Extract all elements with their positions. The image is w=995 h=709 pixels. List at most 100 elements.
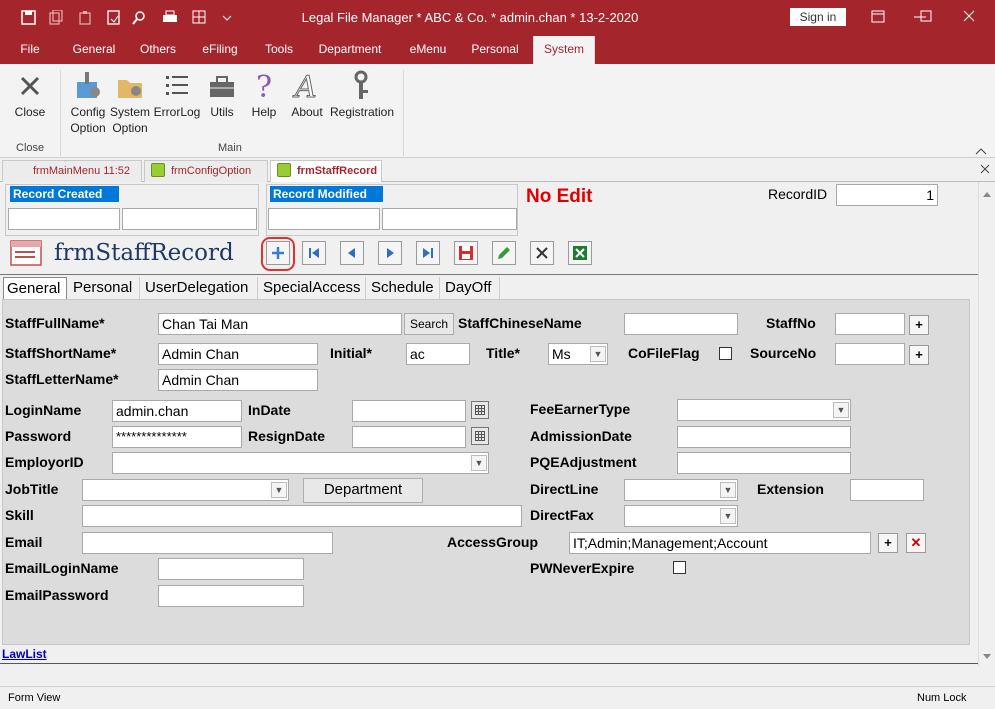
tab-schedule[interactable]: Schedule — [368, 277, 440, 299]
created-date-field[interactable] — [122, 208, 257, 230]
admission-date-label: AdmissionDate — [530, 428, 632, 444]
job-title-dropdown[interactable]: ▼ — [82, 479, 289, 501]
tab-others[interactable]: Others — [132, 36, 184, 64]
access-group-field[interactable]: IT;Admin;Management;Account — [569, 532, 871, 554]
export-excel-button[interactable] — [568, 241, 592, 265]
skill-label: Skill — [5, 507, 34, 523]
doctab-mainmenu[interactable]: frmMainMenu 11:52 — [2, 160, 142, 182]
email-field[interactable] — [82, 532, 333, 554]
last-icon — [423, 248, 433, 258]
direct-fax-dropdown[interactable]: ▼ — [624, 505, 738, 527]
tab-userdelegation[interactable]: UserDelegation — [142, 277, 258, 299]
horizontal-scrollbar[interactable] — [0, 666, 978, 686]
email-label: Email — [5, 534, 43, 550]
pw-never-expire-checkbox[interactable] — [673, 561, 686, 574]
cancel-edit-button[interactable] — [530, 241, 554, 265]
lawlist-link[interactable]: LawList — [2, 647, 47, 661]
config-option-button[interactable]: Config Option — [66, 68, 110, 136]
employer-id-dropdown[interactable]: ▼ — [112, 452, 489, 474]
tab-file[interactable]: File — [14, 36, 46, 64]
tab-emenu[interactable]: eMenu — [400, 36, 456, 64]
tab-general[interactable]: General — [3, 277, 67, 300]
email-login-name-field[interactable] — [158, 558, 304, 580]
staff-chinese-name-field[interactable] — [624, 313, 738, 335]
staff-short-name-field[interactable]: Admin Chan — [158, 343, 318, 365]
tab-system[interactable]: System — [533, 36, 595, 64]
email-password-field[interactable] — [158, 585, 304, 607]
skill-field[interactable] — [82, 505, 522, 527]
admission-date-field[interactable] — [677, 426, 851, 448]
extension-label: Extension — [757, 481, 824, 497]
tab-dayoff[interactable]: DayOff — [442, 277, 500, 299]
vertical-scrollbar[interactable] — [978, 182, 995, 666]
source-no-field[interactable] — [835, 343, 905, 365]
utils-button[interactable]: Utils — [204, 68, 240, 120]
resign-date-field[interactable] — [352, 426, 466, 448]
plus-icon — [272, 247, 284, 259]
created-by-field[interactable] — [8, 208, 120, 230]
initial-field[interactable]: ac — [406, 343, 470, 365]
doctab-configoption[interactable]: frmConfigOption — [144, 160, 268, 182]
record-id-field[interactable]: 1 — [836, 184, 938, 206]
registration-button[interactable]: Registration — [330, 68, 394, 120]
cofile-flag-checkbox[interactable] — [719, 347, 732, 360]
doctab-staffrecord[interactable]: frmStaffRecord — [270, 160, 382, 183]
record-id-label: RecordID — [768, 186, 828, 202]
tab-personal[interactable]: Personal — [464, 36, 526, 64]
tab-specialaccess[interactable]: SpecialAccess — [260, 277, 366, 299]
fee-earner-type-dropdown[interactable]: ▼ — [677, 399, 851, 421]
tab-tools[interactable]: Tools — [256, 36, 302, 64]
add-record-button[interactable] — [266, 241, 290, 265]
login-name-field[interactable]: admin.chan — [112, 400, 242, 422]
staff-no-field[interactable] — [835, 313, 905, 335]
staff-letter-name-field[interactable]: Admin Chan — [158, 369, 318, 391]
pqe-adjustment-field[interactable] — [677, 452, 851, 474]
first-record-button[interactable] — [302, 241, 326, 265]
tab-department[interactable]: Department — [312, 36, 388, 64]
form-title: frmStaffRecord — [54, 240, 234, 266]
title-dropdown[interactable]: Ms ▼ — [548, 343, 608, 365]
ribbon: Close Close Config Option System Option … — [0, 64, 995, 158]
next-icon — [387, 248, 394, 258]
record-modified-header: Record Modified — [270, 186, 383, 202]
tab-personal[interactable]: Personal — [70, 277, 140, 299]
help-button[interactable]: ? Help — [246, 68, 282, 120]
first-icon — [309, 248, 319, 258]
close-window-icon[interactable] — [950, 8, 990, 26]
department-button[interactable]: Department — [303, 478, 423, 503]
staff-no-add-button[interactable]: + — [909, 315, 929, 335]
collapse-ribbon-icon[interactable] — [974, 146, 988, 156]
staff-full-name-field[interactable]: Chan Tai Man — [158, 313, 402, 335]
about-button[interactable]: A About — [288, 68, 326, 120]
previous-record-button[interactable] — [340, 241, 364, 265]
resign-date-calendar-icon[interactable] — [471, 427, 489, 445]
in-date-label: InDate — [248, 402, 291, 418]
save-record-button[interactable] — [454, 241, 478, 265]
modified-date-field[interactable] — [382, 208, 517, 230]
quick-access-toolbar[interactable] — [20, 10, 240, 26]
search-button[interactable]: Search — [404, 313, 454, 335]
close-tab-icon[interactable] — [978, 162, 992, 176]
tab-general[interactable]: General — [66, 36, 122, 64]
modified-by-field[interactable] — [268, 208, 380, 230]
toolbox-icon — [210, 76, 234, 97]
ribbon-display-icon[interactable] — [864, 8, 892, 26]
tab-efiling[interactable]: eFiling — [194, 36, 246, 64]
password-field[interactable]: ************** — [112, 426, 242, 448]
svg-text:A: A — [292, 70, 317, 102]
access-group-add-button[interactable]: + — [878, 533, 898, 553]
last-record-button[interactable] — [416, 241, 440, 265]
extension-field[interactable] — [850, 479, 924, 501]
edit-record-button[interactable] — [492, 241, 516, 265]
system-option-button[interactable]: System Option — [108, 68, 152, 136]
in-date-calendar-icon[interactable] — [471, 401, 489, 419]
next-record-button[interactable] — [378, 241, 402, 265]
maximize-icon[interactable] — [906, 8, 946, 26]
source-no-add-button[interactable]: + — [909, 345, 929, 365]
sign-in-button[interactable]: Sign in — [790, 8, 846, 26]
close-button[interactable]: Close — [8, 68, 52, 120]
in-date-field[interactable] — [352, 400, 466, 422]
direct-line-dropdown[interactable]: ▼ — [624, 479, 738, 501]
errorlog-button[interactable]: ErrorLog — [152, 68, 202, 120]
access-group-clear-button[interactable]: ✕ — [906, 533, 926, 553]
